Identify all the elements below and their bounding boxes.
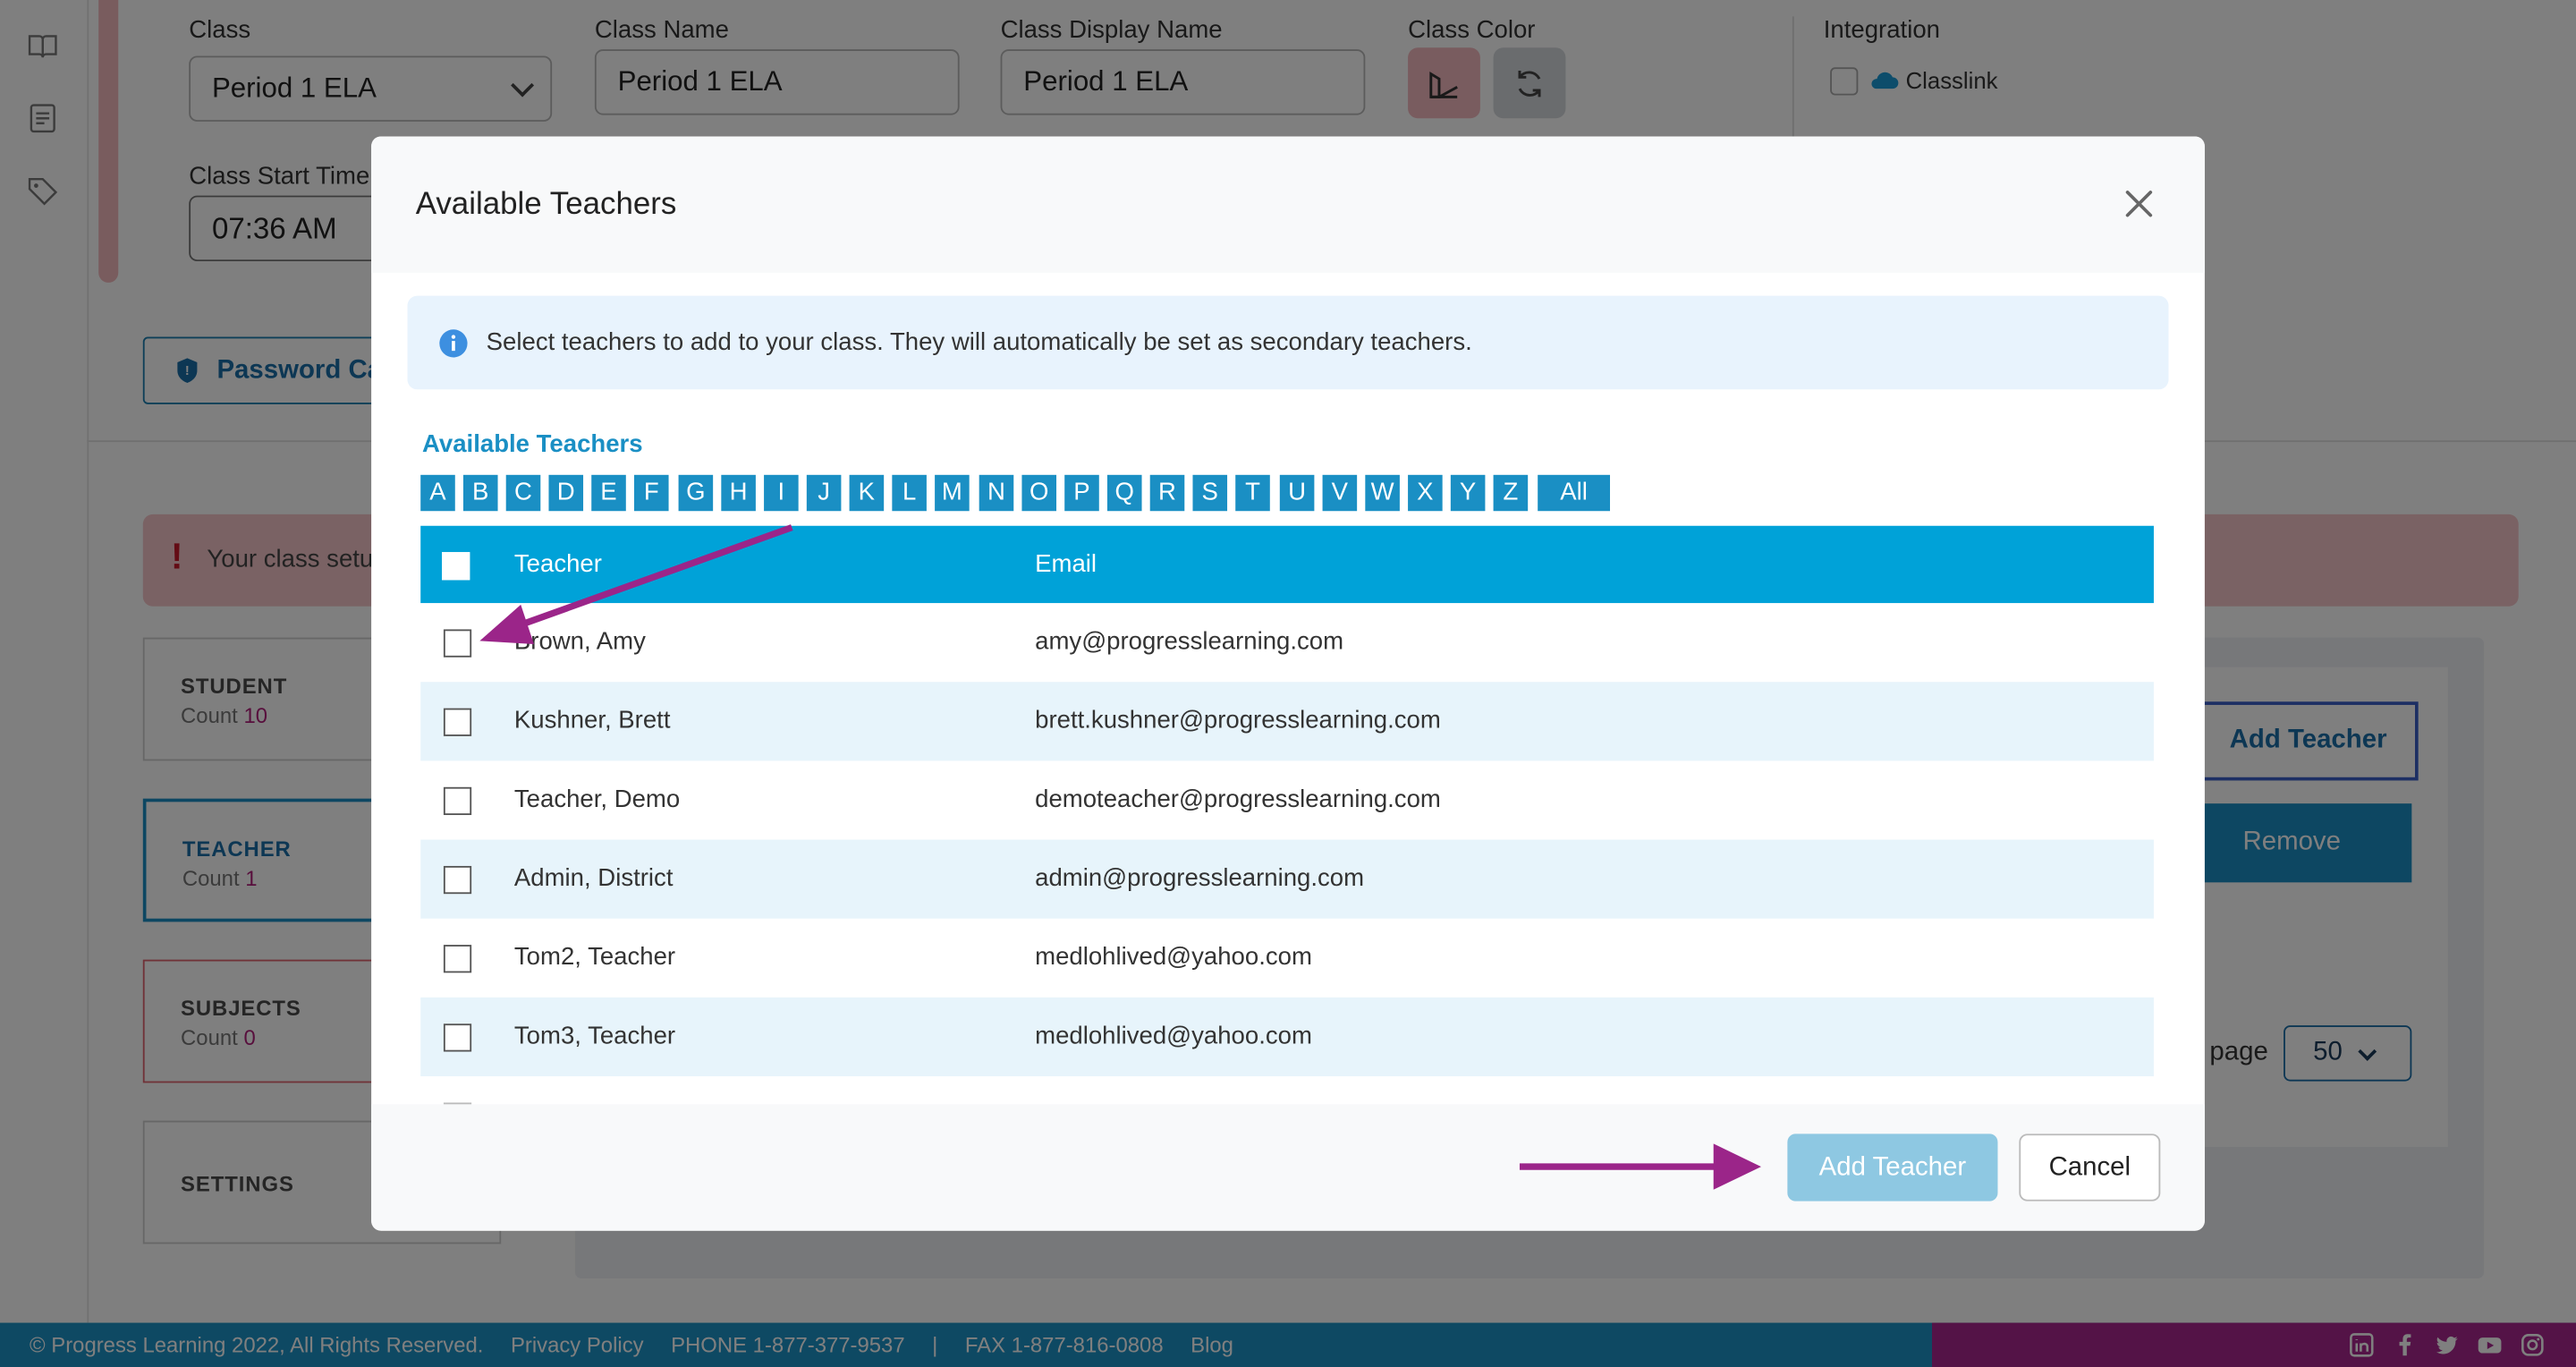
letter-filter-z[interactable]: Z [1493, 474, 1529, 512]
add-teacher-button[interactable]: Add Teacher [1787, 1134, 1998, 1201]
teacher-email: medlohlived@yahoo.com [1035, 943, 1312, 972]
letter-filter-v[interactable]: V [1322, 474, 1358, 512]
letter-filter-j[interactable]: J [806, 474, 842, 512]
table-row[interactable]: Tom2, Teacher medlohlived@yahoo.com [420, 919, 2154, 998]
table-row[interactable]: Kushner, Brett brett.kushner@progresslea… [420, 682, 2154, 761]
table-header: Teacher Email [420, 525, 2154, 604]
letter-filter-d[interactable]: D [548, 474, 584, 512]
row-checkbox[interactable] [443, 945, 472, 973]
letter-filter-q[interactable]: Q [1106, 474, 1142, 512]
table-row[interactable]: Brown, Amy amy@progresslearning.com [420, 603, 2154, 682]
letter-filter-m[interactable]: M [935, 474, 970, 512]
table-row[interactable]: Tom3, Teacher medlohlived@yahoo.com [420, 997, 2154, 1077]
available-teachers-modal: Available Teachers Select teachers to ad… [371, 136, 2205, 1231]
letter-filter-n[interactable]: N [979, 474, 1014, 512]
teacher-name: Tom3, Teacher [513, 1022, 676, 1050]
teacher-name: Admin, District [513, 864, 674, 893]
letter-filter-all[interactable]: All [1538, 474, 1611, 512]
teacher-name: Kushner, Brett [513, 706, 671, 735]
letter-filter-e[interactable]: E [591, 474, 626, 512]
teacher-email: amy@progresslearning.com [1035, 627, 1344, 656]
row-checkbox[interactable] [443, 629, 472, 658]
letter-filter-l[interactable]: L [892, 474, 927, 512]
letter-filter-b[interactable]: B [462, 474, 498, 512]
letter-filter-w[interactable]: W [1365, 474, 1400, 512]
letter-filter-i[interactable]: I [764, 474, 799, 512]
row-checkbox[interactable] [443, 1023, 472, 1052]
letter-filter-k[interactable]: K [849, 474, 885, 512]
email-column-header: Email [1035, 550, 1097, 579]
letter-filter-p[interactable]: P [1064, 474, 1099, 512]
letter-filter-c[interactable]: C [505, 474, 541, 512]
app-root: Class Period 1 ELA Class Name Period 1 E… [0, 0, 2576, 1367]
letter-filter-y[interactable]: Y [1450, 474, 1486, 512]
letter-filter-g[interactable]: G [678, 474, 714, 512]
table-row[interactable]: Teacher, Demo demoteacher@progresslearni… [420, 760, 2154, 839]
modal-title: Available Teachers [415, 187, 677, 222]
letter-filter-u[interactable]: U [1279, 474, 1315, 512]
modal-header: Available Teachers [371, 136, 2205, 273]
teacher-email: admin@progresslearning.com [1035, 864, 1365, 893]
teacher-email: demoteacher@progresslearning.com [1035, 785, 1441, 814]
info-icon [438, 328, 468, 358]
letter-filter-h[interactable]: H [721, 474, 756, 512]
table-row[interactable]: Admin, District admin@progresslearning.c… [420, 839, 2154, 919]
teacher-name: Tom2, Teacher [513, 943, 676, 972]
info-banner: Select teachers to add to your class. Th… [407, 295, 2169, 390]
letter-filter-a[interactable]: A [420, 474, 455, 512]
letter-filter-x[interactable]: X [1408, 474, 1443, 512]
info-text: Select teachers to add to your class. Th… [486, 328, 1472, 357]
teacher-name: Brown, Amy [513, 627, 646, 656]
row-checkbox[interactable] [443, 708, 472, 736]
cancel-button[interactable]: Cancel [2019, 1134, 2161, 1201]
letter-filter-r[interactable]: R [1149, 474, 1185, 512]
teacher-email: brett.kushner@progresslearning.com [1035, 706, 1441, 735]
letter-filter-o[interactable]: O [1021, 474, 1057, 512]
section-title: Available Teachers [422, 430, 643, 459]
teacher-email: medlohlived@yahoo.com [1035, 1022, 1312, 1050]
teacher-column-header: Teacher [513, 550, 602, 579]
letter-filter-f[interactable]: F [633, 474, 669, 512]
row-checkbox[interactable] [443, 786, 472, 816]
letter-filter-s[interactable]: S [1192, 474, 1228, 512]
letter-filter-t[interactable]: T [1235, 474, 1270, 512]
select-all-checkbox[interactable] [442, 552, 470, 581]
row-checkbox[interactable] [443, 865, 472, 895]
teacher-name: Teacher, Demo [513, 785, 681, 814]
close-icon[interactable] [2121, 186, 2157, 222]
